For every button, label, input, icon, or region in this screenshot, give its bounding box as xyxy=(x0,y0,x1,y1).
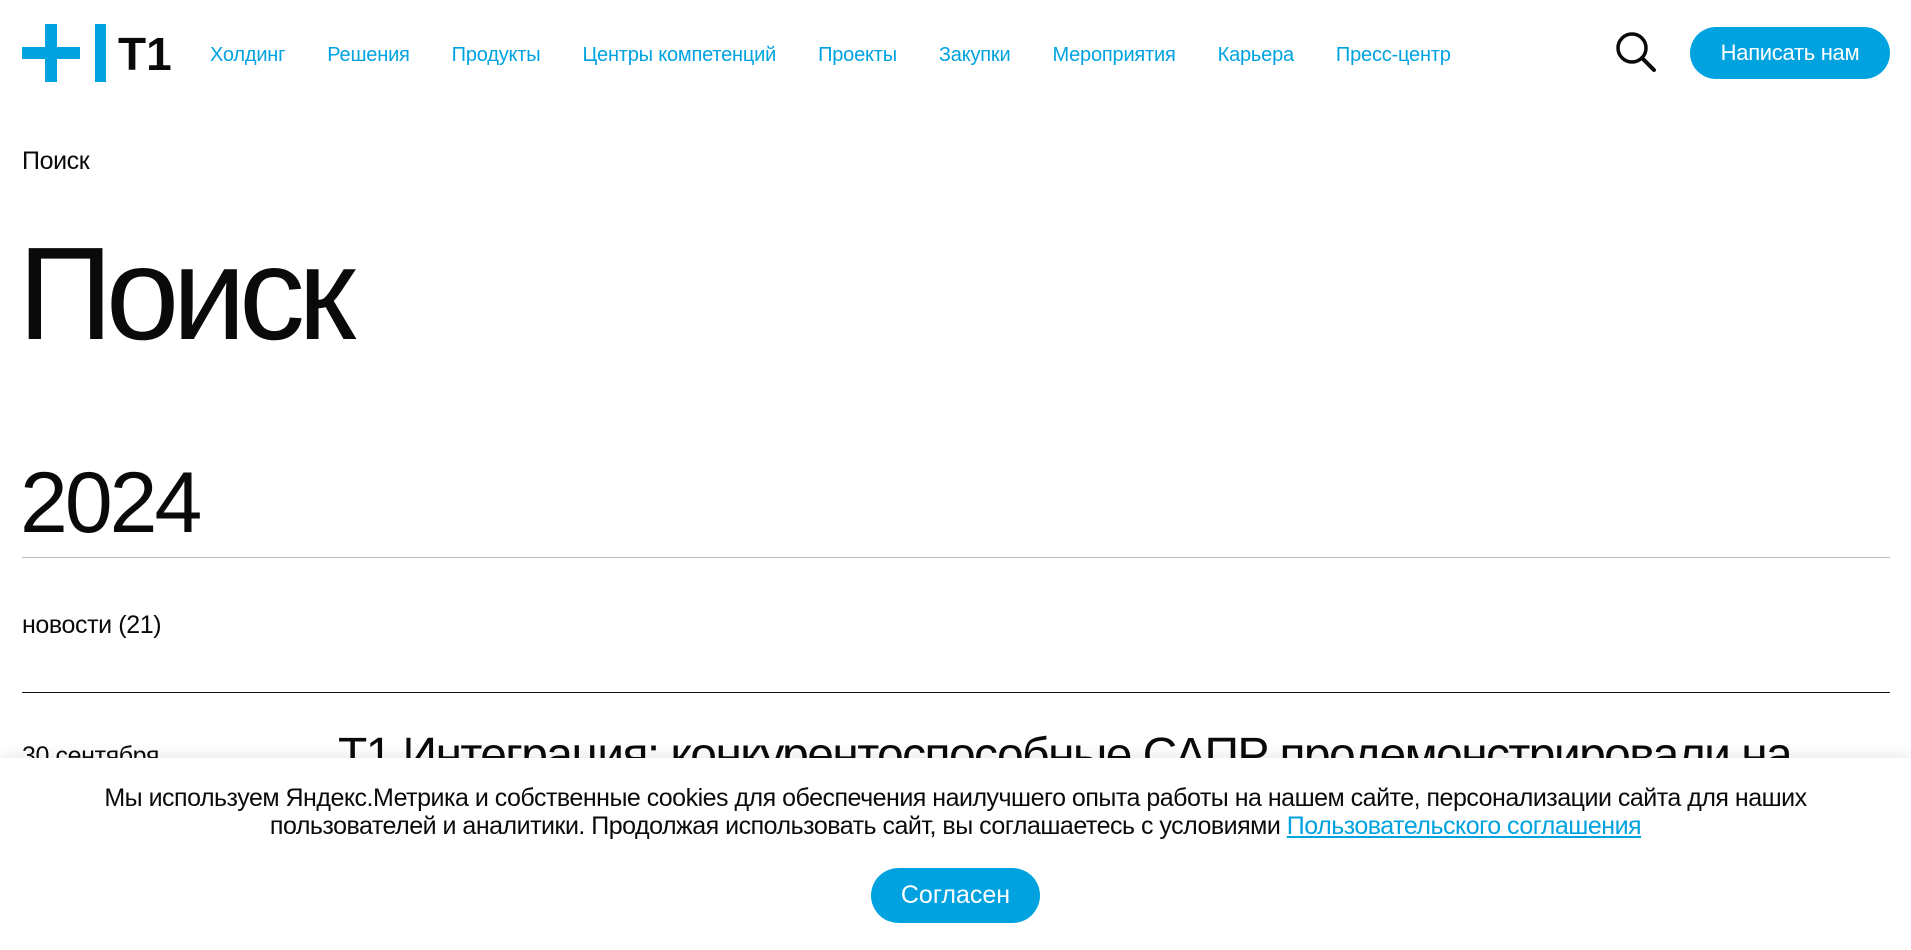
nav-item-competence-centers[interactable]: Центры компетенций xyxy=(582,44,776,67)
breadcrumb[interactable]: Поиск xyxy=(22,147,90,176)
search-icon xyxy=(1616,32,1656,72)
page-title: Поиск xyxy=(18,220,356,367)
divider xyxy=(22,692,1890,693)
t1-logo[interactable]: T1 xyxy=(22,24,172,84)
user-agreement-link[interactable]: Пользовательского соглашения xyxy=(1287,812,1642,840)
nav-item-holding[interactable]: Холдинг xyxy=(210,44,285,67)
nav-item-products[interactable]: Продукты xyxy=(452,44,541,67)
nav-item-press-center[interactable]: Пресс-центр xyxy=(1336,44,1451,67)
nav-item-projects[interactable]: Проекты xyxy=(818,44,897,67)
cookie-agree-button[interactable]: Согласен xyxy=(871,868,1040,923)
nav-item-events[interactable]: Мероприятия xyxy=(1052,44,1175,67)
contact-us-button[interactable]: Написать нам xyxy=(1690,27,1890,79)
nav-item-solutions[interactable]: Решения xyxy=(327,44,410,67)
divider xyxy=(22,557,1890,558)
logo-text: T1 xyxy=(118,28,172,80)
nav-item-procurement[interactable]: Закупки xyxy=(939,44,1011,67)
cookie-message: Мы используем Яндекс.Метрика и собственн… xyxy=(40,784,1871,840)
news-filter[interactable]: новости (21) xyxy=(22,611,162,640)
nav-item-career[interactable]: Карьера xyxy=(1218,44,1294,67)
site-header: T1 Холдинг Решения Продукты Центры компе… xyxy=(0,0,1911,108)
main-nav: Холдинг Решения Продукты Центры компетен… xyxy=(210,44,1493,67)
search-button[interactable] xyxy=(1614,30,1658,74)
cookie-banner: Мы используем Яндекс.Метрика и собственн… xyxy=(0,758,1911,950)
results-year: 2024 xyxy=(20,455,202,551)
